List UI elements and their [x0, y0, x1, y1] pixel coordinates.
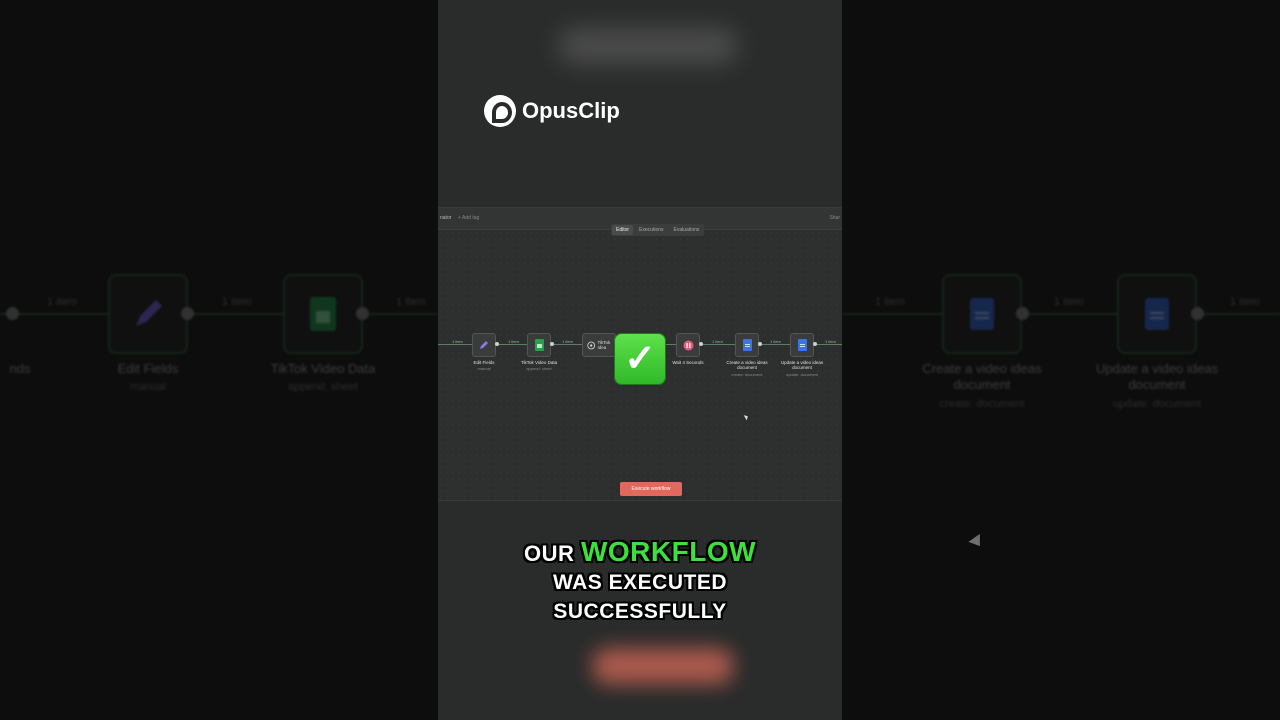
node-wait[interactable] [676, 333, 700, 357]
node-sublabel: update: document [785, 372, 819, 377]
node-sublabel: create: document [731, 372, 763, 377]
blurred-header [558, 28, 738, 64]
openai-icon [587, 341, 596, 349]
caption-word: OUR [523, 541, 575, 566]
caption-line-1: OUR WORKFLOW [438, 536, 842, 568]
success-checkmark-icon: ✓ [614, 333, 666, 385]
node-label: Create a video ideas document [726, 360, 768, 370]
main-video-panel: OpusClip nator + Add tag Shar Editor Exe… [438, 0, 842, 720]
node-label: Wait 4 Seconds [672, 360, 704, 365]
connector-label: 1 item [562, 339, 573, 344]
connector-label: 1 item [825, 339, 836, 344]
caption-line-2: WAS EXECUTED [552, 571, 728, 594]
background-left-panel: 1 item 1 item 1 item nds Edit Fields man… [0, 0, 438, 720]
node-label: TikTok Video Data [520, 360, 558, 365]
pencil-icon [480, 341, 488, 349]
node-label: TikTok Idea [597, 340, 611, 350]
connector-label: 1 item [452, 339, 463, 344]
pause-icon [683, 340, 693, 350]
brand-name: OpusClip [522, 98, 620, 123]
docs-icon [797, 339, 807, 351]
caption-line-3: SUCCESSFULLY [553, 600, 727, 623]
background-right-panel: 1 item 1 item 1 item Create a video idea… [842, 0, 1280, 720]
share-button[interactable]: Shar [829, 215, 840, 221]
node-label: Update a video ideas document [780, 360, 824, 370]
opusclip-logo-icon [484, 95, 516, 127]
connector-label: 1 item [770, 339, 781, 344]
connector-label: 1 item [712, 339, 723, 344]
node-update-doc[interactable] [790, 333, 814, 357]
add-tag-button[interactable]: + Add tag [458, 215, 479, 221]
docs-icon [742, 339, 752, 351]
node-tiktok-idea[interactable]: TikTok Idea [582, 333, 616, 357]
connector-label: 1 item [508, 339, 519, 344]
brand-logo: OpusClip [484, 95, 620, 127]
node-tiktok-video-data[interactable] [527, 333, 551, 357]
sheets-icon [534, 339, 544, 351]
caption-highlight: WORKFLOW [580, 536, 757, 567]
video-frame: 1 item 1 item 1 item nds Edit Fields man… [0, 0, 1280, 720]
workflow-title: nator [440, 215, 452, 221]
node-edit-fields[interactable] [472, 333, 496, 357]
execute-workflow-button[interactable]: Execute workflow [620, 482, 682, 496]
node-label: Edit Fields [473, 360, 495, 365]
node-create-doc[interactable] [735, 333, 759, 357]
node-sublabel: append: sheet [526, 366, 552, 371]
node-sublabel: manual [477, 366, 491, 371]
blurred-button [593, 648, 733, 684]
